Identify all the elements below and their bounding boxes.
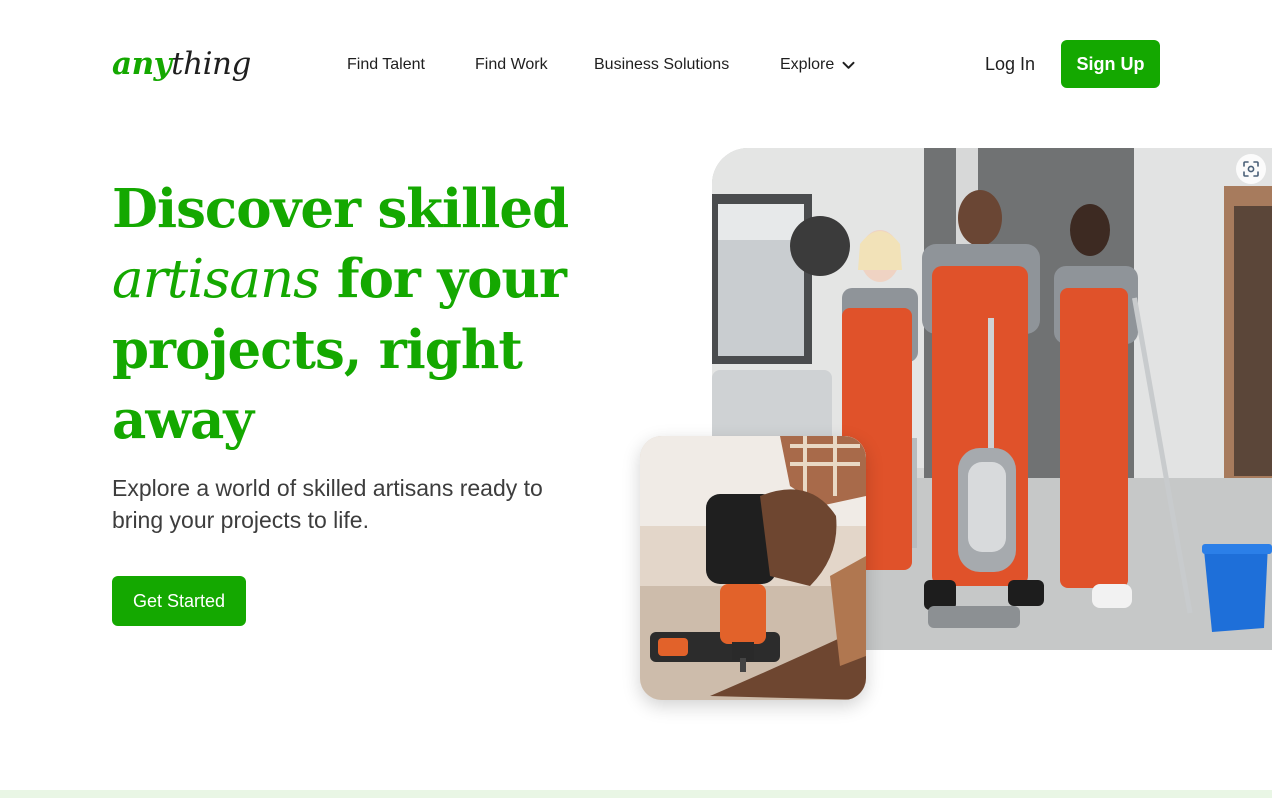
- hero-title: Discover skilled artisans for your proje…: [112, 174, 632, 455]
- chevron-down-icon: [842, 61, 855, 69]
- get-started-button[interactable]: Get Started: [112, 576, 246, 626]
- login-link[interactable]: Log In: [985, 51, 1035, 77]
- nav-label: Find Work: [475, 56, 548, 73]
- hero-title-line2: for your: [319, 248, 567, 310]
- nav-label: Find Talent: [347, 56, 425, 73]
- hero-title-emphasis: artisans: [112, 249, 320, 310]
- hero-title-line1: Discover skilled: [112, 178, 569, 240]
- hero-title-line3: projects, right: [112, 319, 523, 381]
- nav-business-solutions[interactable]: Business Solutions: [594, 54, 729, 76]
- logo-prefix: any: [112, 46, 172, 82]
- nav-find-work[interactable]: Find Work: [475, 54, 548, 76]
- hero-image-drill: [640, 436, 866, 700]
- nav-label: Business Solutions: [594, 56, 730, 73]
- nav-explore[interactable]: Explore: [780, 54, 855, 76]
- logo[interactable]: anything: [112, 44, 251, 84]
- logo-suffix: thing: [171, 46, 251, 82]
- nav-label: Explore: [780, 56, 835, 73]
- signup-button[interactable]: Sign Up: [1061, 40, 1160, 88]
- nav-find-talent[interactable]: Find Talent: [347, 54, 425, 76]
- hero-subtitle: Explore a world of skilled artisans read…: [112, 475, 543, 533]
- image-scan-button[interactable]: [1236, 154, 1266, 184]
- section-divider: [0, 790, 1272, 798]
- hero-title-line4: away: [112, 389, 254, 451]
- scan-icon: [1243, 161, 1259, 177]
